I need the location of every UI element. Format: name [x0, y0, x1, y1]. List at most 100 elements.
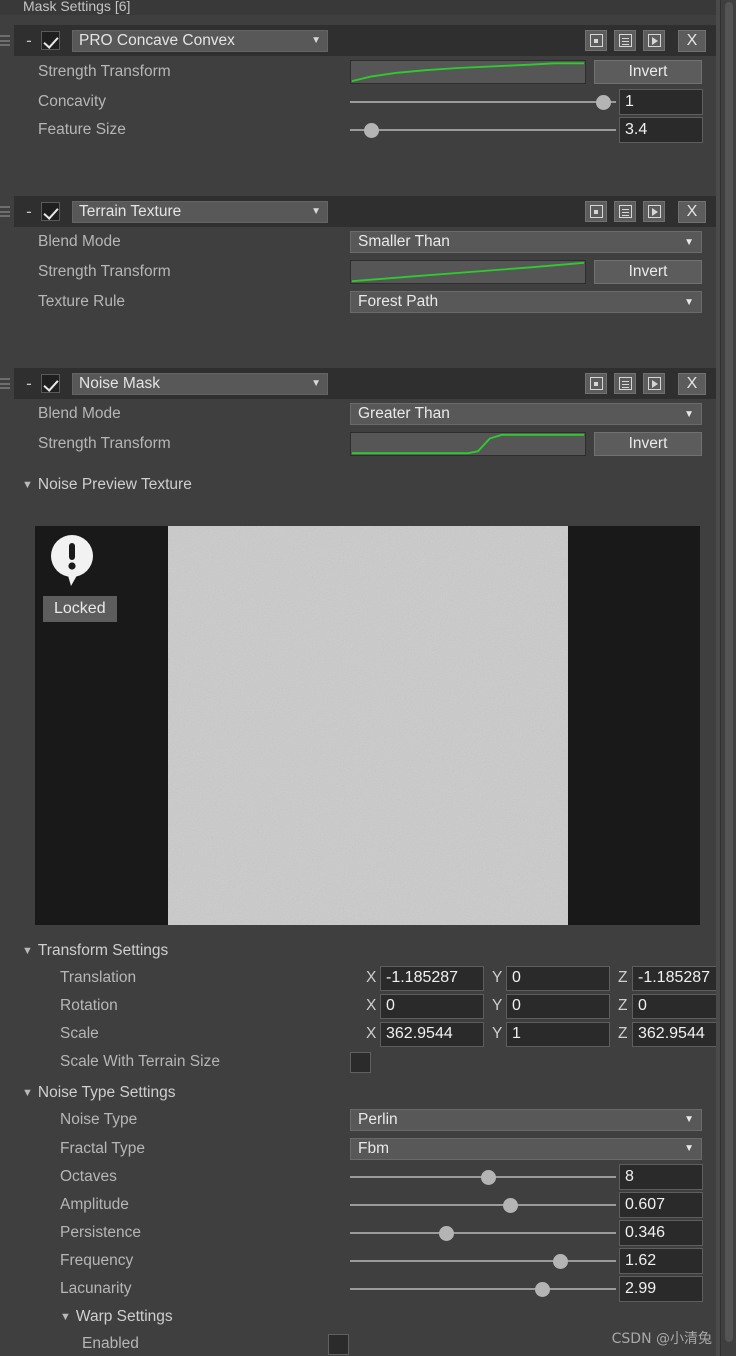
- list-icon[interactable]: [614, 201, 636, 222]
- lacunarity-value[interactable]: 2.99: [619, 1276, 703, 1302]
- property-label: Strength Transform: [38, 435, 171, 452]
- blend-mode-dropdown[interactable]: Greater Than ▼: [350, 403, 702, 425]
- slider-knob[interactable]: [364, 123, 380, 138]
- invert-button[interactable]: Invert: [594, 260, 702, 284]
- slider-knob[interactable]: [553, 1254, 569, 1269]
- feature-size-slider[interactable]: [350, 119, 616, 141]
- module-enabled-checkbox[interactable]: [41, 374, 60, 393]
- warp-enabled-checkbox[interactable]: [328, 1333, 349, 1355]
- transform-settings-foldout[interactable]: ▼ Transform Settings: [22, 938, 168, 964]
- slider-knob[interactable]: [481, 1170, 497, 1185]
- concavity-value[interactable]: 1: [619, 89, 703, 115]
- slider-knob[interactable]: [534, 1282, 550, 1297]
- drag-handle-icon[interactable]: [0, 35, 10, 46]
- module-toolbar: X: [585, 29, 706, 52]
- scale-with-terrain-checkbox[interactable]: [350, 1051, 371, 1073]
- preset-square-icon[interactable]: [585, 201, 607, 222]
- module-toolbar: X: [585, 372, 706, 395]
- preset-square-icon[interactable]: [585, 373, 607, 394]
- list-icon[interactable]: [614, 30, 636, 51]
- lacunarity-slider[interactable]: [350, 1278, 616, 1300]
- fractal-type-dropdown[interactable]: Fbm ▼: [350, 1137, 702, 1160]
- octaves-slider[interactable]: [350, 1166, 616, 1188]
- row-warp-enabled: Enabled: [38, 1330, 349, 1356]
- scale-x[interactable]: 362.9544: [380, 1021, 484, 1047]
- module-enabled-checkbox[interactable]: [41, 202, 60, 221]
- amplitude-slider[interactable]: [350, 1194, 616, 1216]
- invert-button[interactable]: Invert: [594, 432, 702, 456]
- rotation-y[interactable]: 0: [506, 993, 610, 1019]
- module-toolbar: X: [585, 200, 706, 223]
- blend-mode-value: Greater Than: [358, 405, 450, 422]
- noise-type-dropdown[interactable]: Perlin ▼: [350, 1108, 702, 1131]
- module-enabled-checkbox[interactable]: [41, 31, 60, 50]
- octaves-value[interactable]: 8: [619, 1164, 703, 1190]
- close-icon[interactable]: X: [678, 29, 706, 52]
- module-type-label: Noise Mask: [79, 374, 160, 392]
- module-type-dropdown[interactable]: Terrain Texture ▼: [72, 200, 328, 223]
- persistence-value[interactable]: 0.346: [619, 1220, 703, 1246]
- row-persistence: Persistence 0.346: [38, 1219, 703, 1247]
- translation-x[interactable]: -1.185287: [380, 965, 484, 991]
- close-icon[interactable]: X: [678, 372, 706, 395]
- invert-button[interactable]: Invert: [594, 60, 702, 84]
- chevron-down-icon: ▼: [22, 479, 33, 491]
- noise-preview-foldout[interactable]: ▼ Noise Preview Texture: [22, 472, 192, 498]
- close-icon[interactable]: X: [678, 200, 706, 223]
- row-rotation: Rotation X 0 Y 0 Z 0: [38, 992, 736, 1020]
- frequency-slider[interactable]: [350, 1250, 616, 1272]
- module-header[interactable]: - Noise Mask ▼ X: [0, 368, 720, 399]
- frequency-value[interactable]: 1.62: [619, 1248, 703, 1274]
- property-label: Texture Rule: [38, 293, 126, 310]
- row-concavity: Concavity 1: [38, 88, 720, 116]
- module-type-label: Terrain Texture: [79, 202, 182, 220]
- axis-label-x: X: [366, 969, 377, 986]
- concavity-slider[interactable]: [350, 91, 616, 113]
- play-icon[interactable]: [643, 30, 665, 51]
- preset-square-icon[interactable]: [585, 30, 607, 51]
- collapse-toggle[interactable]: -: [20, 375, 38, 392]
- module-type-dropdown[interactable]: PRO Concave Convex ▼: [72, 29, 328, 52]
- slider-knob[interactable]: [502, 1198, 518, 1213]
- slider-track: [350, 1288, 616, 1290]
- feature-size-value[interactable]: 3.4: [619, 117, 703, 143]
- vertical-scrollbar[interactable]: [720, 0, 736, 1356]
- row-strength-transform: Strength Transform Invert: [38, 56, 720, 88]
- slider-track: [350, 1232, 616, 1234]
- module-header[interactable]: - Terrain Texture ▼ X: [0, 196, 720, 227]
- module-header[interactable]: - PRO Concave Convex ▼ X: [0, 25, 720, 56]
- property-label: Persistence: [60, 1224, 141, 1241]
- axis-label-z: Z: [618, 1025, 628, 1042]
- drag-handle-icon[interactable]: [0, 206, 10, 217]
- drag-handle-icon[interactable]: [0, 378, 10, 389]
- property-label: Scale With Terrain Size: [60, 1053, 220, 1070]
- amplitude-value[interactable]: 0.607: [619, 1192, 703, 1218]
- list-icon[interactable]: [614, 373, 636, 394]
- play-icon[interactable]: [643, 201, 665, 222]
- module-type-dropdown[interactable]: Noise Mask ▼: [72, 372, 328, 395]
- row-fractal-type: Fractal Type Fbm ▼: [38, 1134, 702, 1163]
- warp-settings-foldout[interactable]: ▼ Warp Settings: [38, 1303, 173, 1330]
- slider-track: [350, 101, 616, 103]
- translation-y[interactable]: 0: [506, 965, 610, 991]
- collapse-toggle[interactable]: -: [20, 32, 38, 49]
- transform-settings-title: Transform Settings: [37, 942, 169, 959]
- scrollbar-thumb[interactable]: [725, 2, 733, 1342]
- play-icon[interactable]: [643, 373, 665, 394]
- slider-knob[interactable]: [595, 95, 611, 110]
- module-properties: Blend Mode Smaller Than ▼ Strength Trans…: [0, 227, 720, 317]
- property-label: Fractal Type: [60, 1139, 146, 1157]
- texture-rule-dropdown[interactable]: Forest Path ▼: [350, 291, 702, 313]
- strength-transform-curve[interactable]: [350, 260, 586, 284]
- persistence-slider[interactable]: [350, 1222, 616, 1244]
- noise-type-settings-foldout[interactable]: ▼ Noise Type Settings: [22, 1080, 175, 1106]
- blend-mode-dropdown[interactable]: Smaller Than ▼: [350, 231, 702, 253]
- scale-y[interactable]: 1: [506, 1021, 610, 1047]
- strength-transform-curve[interactable]: [350, 60, 586, 84]
- row-noise-type: Noise Type Perlin ▼: [38, 1105, 702, 1134]
- chevron-down-icon: ▼: [311, 378, 321, 389]
- strength-transform-curve[interactable]: [350, 432, 586, 456]
- rotation-x[interactable]: 0: [380, 993, 484, 1019]
- slider-knob[interactable]: [438, 1226, 454, 1241]
- collapse-toggle[interactable]: -: [20, 203, 38, 220]
